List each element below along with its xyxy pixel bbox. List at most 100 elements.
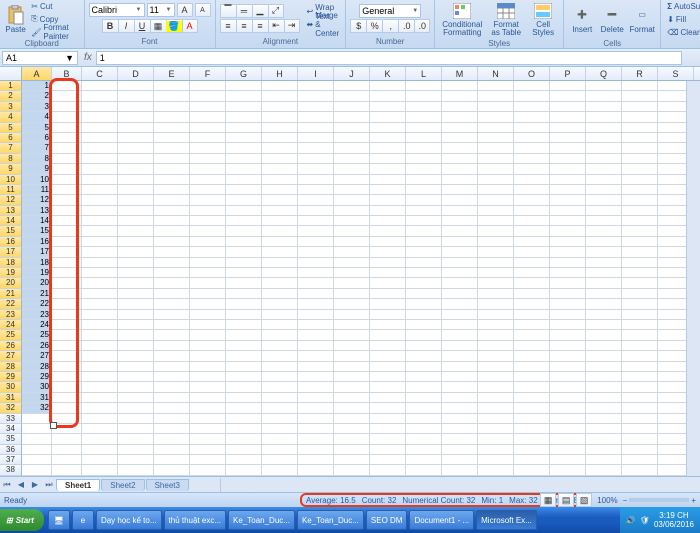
cell[interactable] <box>622 299 658 309</box>
cell[interactable] <box>370 465 406 475</box>
cell[interactable] <box>298 330 334 340</box>
cell[interactable] <box>154 247 190 257</box>
cell[interactable] <box>622 393 658 403</box>
cell[interactable] <box>154 226 190 236</box>
cell[interactable] <box>82 424 118 434</box>
row-header[interactable]: 37 <box>0 455 22 465</box>
cell[interactable] <box>190 185 226 195</box>
cell[interactable] <box>298 164 334 174</box>
tab-nav-prev[interactable]: ◀ <box>14 478 28 492</box>
column-header[interactable]: M <box>442 67 478 80</box>
cell[interactable] <box>262 247 298 257</box>
cell[interactable] <box>298 362 334 372</box>
cell[interactable] <box>370 185 406 195</box>
cell[interactable] <box>154 195 190 205</box>
cell[interactable] <box>190 299 226 309</box>
cell[interactable] <box>586 195 622 205</box>
cell[interactable] <box>478 91 514 101</box>
sheet-tab[interactable]: Sheet3 <box>146 479 189 491</box>
cell[interactable] <box>190 81 226 91</box>
cell[interactable] <box>52 268 82 278</box>
clear-button[interactable]: ⌫Clear <box>665 26 700 38</box>
fill-handle[interactable] <box>50 422 57 429</box>
cell[interactable] <box>442 195 478 205</box>
cell[interactable] <box>370 382 406 392</box>
column-header[interactable]: L <box>406 67 442 80</box>
cell[interactable] <box>622 175 658 185</box>
cell[interactable] <box>298 175 334 185</box>
cell[interactable] <box>52 382 82 392</box>
cell[interactable] <box>154 382 190 392</box>
cell[interactable] <box>52 154 82 164</box>
cell[interactable]: 3 <box>22 102 52 112</box>
cell[interactable] <box>334 143 370 153</box>
column-header[interactable]: C <box>82 67 118 80</box>
cell[interactable] <box>622 320 658 330</box>
cell[interactable] <box>262 195 298 205</box>
align-right-button[interactable]: ≡ <box>252 19 268 33</box>
cell[interactable] <box>406 206 442 216</box>
cell[interactable] <box>370 195 406 205</box>
cell[interactable] <box>82 237 118 247</box>
orientation-button[interactable]: ⤢ <box>268 4 284 18</box>
cell[interactable] <box>82 123 118 133</box>
cell[interactable] <box>154 102 190 112</box>
cell[interactable] <box>82 330 118 340</box>
cell[interactable] <box>154 123 190 133</box>
cell[interactable] <box>370 299 406 309</box>
cell[interactable] <box>442 445 478 455</box>
column-header[interactable]: K <box>370 67 406 80</box>
format-as-table-button[interactable]: Format as Table <box>487 0 525 38</box>
autosum-button[interactable]: ΣAutoSum <box>665 0 700 12</box>
cell[interactable] <box>52 341 82 351</box>
cell[interactable] <box>262 226 298 236</box>
cell[interactable] <box>118 237 154 247</box>
cell[interactable] <box>514 372 550 382</box>
cell[interactable] <box>514 185 550 195</box>
cell[interactable] <box>52 393 82 403</box>
column-header[interactable]: P <box>550 67 586 80</box>
cell[interactable] <box>442 434 478 444</box>
column-header[interactable]: B <box>52 67 82 80</box>
cell[interactable] <box>52 206 82 216</box>
cell[interactable] <box>262 81 298 91</box>
cell[interactable] <box>370 434 406 444</box>
cell[interactable] <box>622 91 658 101</box>
cell[interactable] <box>334 247 370 257</box>
cell[interactable] <box>586 226 622 236</box>
cell[interactable] <box>52 164 82 174</box>
cell[interactable] <box>478 372 514 382</box>
cell[interactable] <box>262 445 298 455</box>
cell[interactable] <box>550 268 586 278</box>
cell[interactable] <box>190 403 226 413</box>
cell[interactable] <box>334 185 370 195</box>
cell[interactable] <box>334 91 370 101</box>
cell[interactable] <box>622 102 658 112</box>
insert-cells-button[interactable]: ➕Insert <box>568 0 596 38</box>
cell[interactable] <box>226 112 262 122</box>
cell[interactable] <box>586 175 622 185</box>
cell[interactable] <box>154 403 190 413</box>
cell[interactable] <box>586 424 622 434</box>
cell[interactable] <box>586 237 622 247</box>
column-header[interactable]: N <box>478 67 514 80</box>
cell[interactable] <box>298 351 334 361</box>
cell[interactable] <box>334 164 370 174</box>
cell[interactable] <box>298 465 334 475</box>
cell[interactable] <box>154 164 190 174</box>
cell[interactable] <box>82 133 118 143</box>
align-left-button[interactable]: ≡ <box>220 19 236 33</box>
cell[interactable] <box>406 112 442 122</box>
row-header[interactable]: 7 <box>0 143 22 153</box>
cell[interactable] <box>622 434 658 444</box>
cell[interactable] <box>190 91 226 101</box>
cell[interactable] <box>406 216 442 226</box>
cell[interactable] <box>586 81 622 91</box>
cell[interactable] <box>442 206 478 216</box>
format-cells-button[interactable]: ▭Format <box>628 0 656 38</box>
cell[interactable] <box>622 424 658 434</box>
cell[interactable] <box>514 434 550 444</box>
column-header[interactable]: E <box>154 67 190 80</box>
cell[interactable] <box>586 112 622 122</box>
cell[interactable]: 31 <box>22 393 52 403</box>
